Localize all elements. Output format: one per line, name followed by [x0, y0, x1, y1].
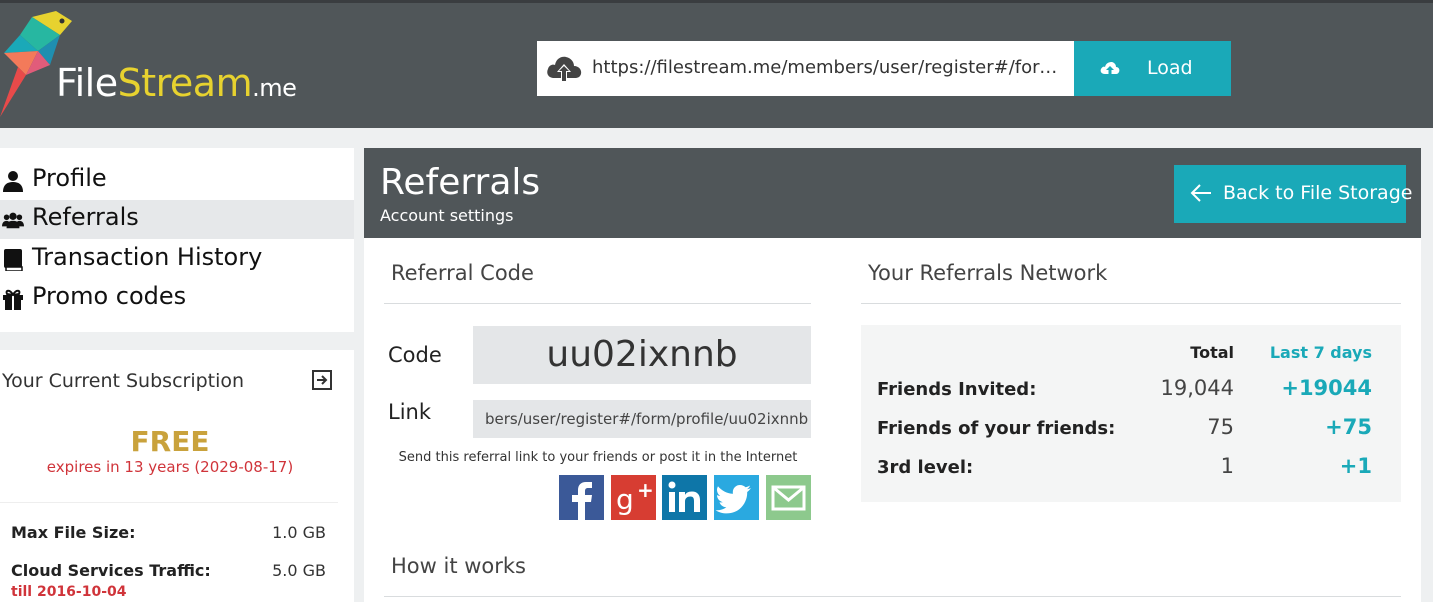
gift-icon — [3, 289, 23, 310]
linkedin-icon[interactable] — [662, 475, 707, 520]
network-row-last: +19044 — [1281, 376, 1372, 400]
brand-name: FileStream.me — [56, 61, 297, 105]
column-header-total: Total — [1190, 343, 1234, 362]
sidebar-item-transaction-history[interactable]: Transaction History — [0, 240, 354, 279]
referrals-network-title: Your Referrals Network — [868, 261, 1108, 285]
code-label: Code — [388, 343, 442, 367]
detail-row-cloud-traffic: Cloud Services Traffic: 5.0 GB — [11, 561, 326, 580]
referrals-network-table: Total Last 7 days Friends Invited: 19,04… — [861, 325, 1401, 502]
brand-name-part2: Stream — [117, 61, 253, 105]
users-icon — [2, 212, 24, 229]
network-row-label: Friends Invited: — [877, 379, 1037, 400]
subscription-details: Max File Size: 1.0 GB Cloud Services Tra… — [0, 502, 338, 602]
detail-label: Cloud Services Traffic: — [11, 561, 211, 580]
link-label: Link — [388, 400, 432, 424]
brand-name-part1: File — [56, 61, 118, 105]
network-row-label: 3rd level: — [877, 457, 974, 478]
page-subtitle: Account settings — [380, 206, 514, 225]
sidebar-item-referrals[interactable]: Referrals — [0, 200, 354, 239]
share-instructions: Send this referral link to your friends … — [398, 450, 798, 465]
detail-value: 5.0 GB — [272, 561, 326, 580]
section-divider — [384, 596, 1401, 597]
column-header-last-7-days: Last 7 days — [1269, 343, 1372, 362]
subscription-expiry: expires in 13 years (2029-08-17) — [46, 458, 294, 476]
network-row-last: +1 — [1339, 454, 1372, 478]
how-it-works-title: How it works — [391, 554, 526, 578]
detail-traffic-note: till 2016-10-04 — [11, 584, 127, 600]
referral-code-value[interactable]: uu02ixnnb — [473, 326, 811, 384]
sidebar-item-label: Referrals — [32, 203, 139, 231]
network-row-label: Friends of your friends: — [877, 418, 1116, 439]
sign-out-icon[interactable] — [312, 370, 332, 390]
email-icon[interactable] — [766, 475, 811, 520]
back-button-label: Back to File Storage — [1223, 182, 1413, 204]
sidebar-menu: Profile Referrals Transaction History Pr… — [0, 148, 354, 332]
arrow-left-icon — [1190, 184, 1211, 202]
url-input-wrapper[interactable]: https://filestream.me/members/user/regis… — [537, 41, 1075, 96]
network-row-total: 75 — [1207, 415, 1234, 439]
google-plus-icon[interactable]: g + — [611, 475, 656, 520]
subscription-panel: Your Current Subscription FREE expires i… — [0, 350, 354, 602]
sidebar-item-label: Promo codes — [32, 282, 187, 310]
detail-row-max-file-size: Max File Size: 1.0 GB — [11, 523, 326, 542]
network-row-last: +75 — [1325, 415, 1372, 439]
network-row-total: 19,044 — [1160, 376, 1234, 400]
section-divider — [861, 303, 1401, 304]
network-row-total: 1 — [1220, 454, 1234, 478]
cloud-upload-icon — [547, 56, 582, 82]
detail-label: Max File Size: — [11, 523, 136, 542]
load-button-label: Load — [1147, 57, 1193, 79]
section-divider — [384, 303, 811, 304]
brand-name-suffix: .me — [252, 74, 297, 102]
facebook-icon[interactable] — [559, 475, 604, 520]
page-header: Referrals Account settings Back to File … — [364, 148, 1421, 238]
sidebar-item-label: Profile — [32, 164, 107, 192]
twitter-icon[interactable] — [714, 475, 759, 520]
back-to-file-storage-button[interactable]: Back to File Storage — [1174, 165, 1412, 223]
sidebar-item-label: Transaction History — [32, 243, 263, 271]
svg-text:+: + — [637, 478, 654, 502]
load-button[interactable]: Load — [1074, 41, 1231, 96]
cloud-upload-icon — [1100, 62, 1120, 75]
subscription-plan: FREE — [130, 425, 210, 458]
url-input[interactable]: https://filestream.me/members/user/regis… — [592, 57, 1062, 78]
filestream-logo[interactable]: FileStream.me — [0, 9, 300, 121]
referral-code-title: Referral Code — [391, 261, 534, 285]
sidebar-item-profile[interactable]: Profile — [0, 161, 354, 200]
subscription-title: Your Current Subscription — [2, 370, 245, 392]
detail-value: 1.0 GB — [272, 523, 326, 542]
user-icon — [3, 171, 23, 192]
sidebar-item-promo-codes[interactable]: Promo codes — [0, 279, 354, 318]
book-icon — [4, 249, 23, 271]
svg-text:g: g — [616, 483, 634, 516]
page-title: Referrals — [380, 162, 541, 203]
top-header: FileStream.me https://filestream.me/memb… — [0, 0, 1433, 128]
main-panel: Referrals Account settings Back to File … — [364, 148, 1421, 602]
referral-link-field[interactable]: bers/user/register#/form/profile/uu02ixn… — [473, 400, 811, 438]
